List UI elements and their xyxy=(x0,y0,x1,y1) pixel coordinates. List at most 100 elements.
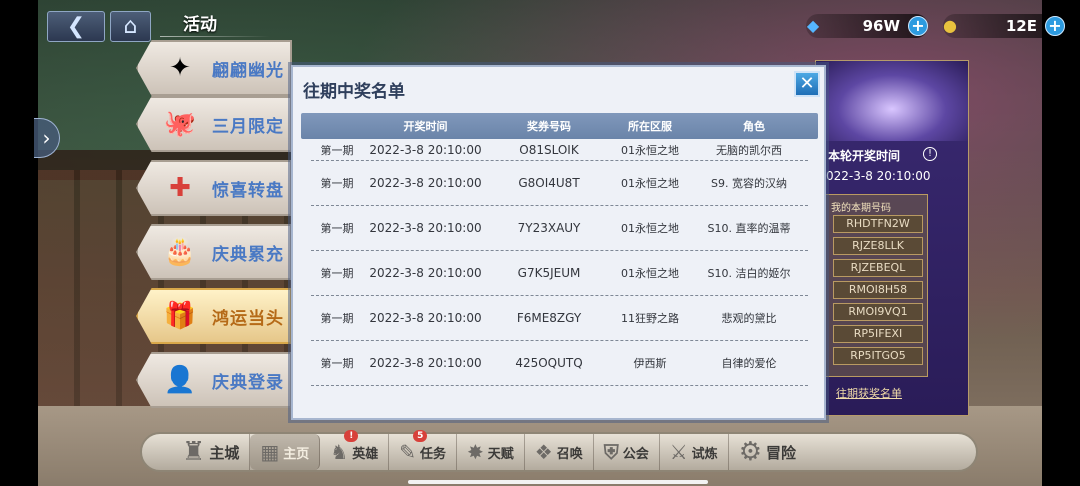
nav-homepage[interactable]: ▦ 主页 xyxy=(250,434,321,470)
cell-period: 第一期 xyxy=(320,222,354,235)
crystal-icon: ◆ xyxy=(806,16,820,35)
cell-server: 11狂野之路 xyxy=(621,312,679,325)
tab-activity-3[interactable]: ✚ 惊喜转盘 xyxy=(136,160,292,216)
nav-summon[interactable]: ❖ 召唤 xyxy=(525,434,594,470)
cell-time: 2022-3-8 20:10:00 xyxy=(369,356,482,370)
cell-server: 01永恒之地 xyxy=(621,177,679,190)
column-header-server: 所在区服 xyxy=(628,120,672,133)
cell-server: 伊西斯 xyxy=(633,357,667,370)
cell-period: 第一期 xyxy=(320,145,354,157)
nav-talent[interactable]: ✸ 天赋 xyxy=(457,434,525,470)
cell-code: 7Y23XAUY xyxy=(517,221,581,235)
cell-role: S10. 洁白的姬尔 xyxy=(707,267,791,280)
guild-icon: ⛨ xyxy=(603,440,619,464)
table-row: 第一期 2022-3-8 20:10:00 F6ME8ZGY 11狂野之路 悲观… xyxy=(311,296,808,341)
cell-role: 自律的爱伦 xyxy=(721,357,777,370)
gem-currency: ◆ 96W + xyxy=(806,14,928,38)
cell-role: 无脑的凯尔西 xyxy=(716,145,782,157)
summon-icon: ❖ xyxy=(534,440,553,464)
cell-code: 425OQUTQ xyxy=(515,356,583,370)
coin-icon: ● xyxy=(943,16,957,35)
tab-activity-2[interactable]: 🐙 三月限定 xyxy=(136,96,292,152)
tab-art-icon: 🎁 xyxy=(163,301,197,331)
home-icon: ⌂ xyxy=(123,14,138,39)
tab-label: 庆典累充 xyxy=(212,244,284,265)
nav-hero[interactable]: ♞ ! 英雄 xyxy=(320,430,390,470)
cell-time: 2022-3-8 20:10:00 xyxy=(369,145,482,157)
cell-time: 2022-3-8 20:10:00 xyxy=(369,311,482,325)
nav-label: 任务 xyxy=(419,446,446,462)
back-button[interactable]: ❮ xyxy=(47,11,105,42)
cell-server: 01永恒之地 xyxy=(621,267,679,280)
adventure-icon: ⚙ xyxy=(738,437,762,467)
ticket-code: RP5ITGO5 xyxy=(833,347,923,365)
cell-period: 第一期 xyxy=(320,312,354,325)
cell-period: 第一期 xyxy=(320,267,354,280)
gesture-home-bar[interactable] xyxy=(408,480,708,484)
nav-label: 主城 xyxy=(209,443,240,462)
tab-label: 鸿运当头 xyxy=(212,308,284,329)
tab-activity-6[interactable]: 👤 庆典登录 xyxy=(136,352,292,408)
cell-period: 第一期 xyxy=(320,177,354,190)
cell-time: 2022-3-8 20:10:00 xyxy=(369,266,482,280)
add-gold-button[interactable]: + xyxy=(1045,16,1065,36)
close-icon: ✕ xyxy=(799,73,815,94)
notification-badge: ! xyxy=(344,430,359,442)
cell-role: S9. 宽容的汉纳 xyxy=(711,177,787,190)
bottom-navigation: ♜ 主城 ▦ 主页 ♞ ! 英雄 ✎ 5 任务 ✸ 天赋 ❖ 召唤 ⛨ 公会 ⚔… xyxy=(140,430,978,472)
nav-guild[interactable]: ⛨ 公会 xyxy=(594,434,660,470)
chevron-right-icon: › xyxy=(42,126,51,150)
table-row: 第一期 2022-3-8 20:10:00 7Y23XAUY 01永恒之地 S1… xyxy=(311,206,808,251)
column-header-code: 奖券号码 xyxy=(527,120,571,133)
ticket-code: RJZEBEQL xyxy=(833,259,923,277)
draw-time: 022-3-8 20:10:00 xyxy=(826,169,931,183)
home-button[interactable]: ⌂ xyxy=(110,11,151,42)
arrow-left-icon: ❮ xyxy=(66,14,86,39)
lottery-panel: 本轮开奖时间 ! 022-3-8 20:10:00 我的本期号码 RHDTFN2… xyxy=(815,60,969,416)
add-gem-button[interactable]: + xyxy=(908,16,928,36)
winners-table[interactable]: 第一期 2022-3-8 20:10:00 O81SLOIK 01永恒之地 无脑… xyxy=(301,145,818,403)
castle-icon: ♜ xyxy=(182,437,206,467)
nav-label: 天赋 xyxy=(487,446,514,462)
gold-currency: ● 12E + xyxy=(943,14,1065,38)
ticket-code: RJZE8LLK xyxy=(833,237,923,255)
table-row: 第一期 2022-3-8 20:10:00 425OQUTQ 伊西斯 自律的爱伦 xyxy=(311,341,808,386)
cell-server: 01永恒之地 xyxy=(621,145,679,157)
nav-quest[interactable]: ✎ 5 任务 xyxy=(389,430,457,470)
nav-label: 试炼 xyxy=(691,446,718,462)
nav-trial[interactable]: ⚔ 试炼 xyxy=(660,434,729,470)
nav-label: 召唤 xyxy=(556,446,583,462)
quest-icon: ✎ xyxy=(399,440,416,464)
tab-art-icon: ✦ xyxy=(169,53,191,83)
tab-label: 翩翩幽光 xyxy=(212,60,284,81)
winners-modal: 往期中奖名单 ✕ 开奖时间 奖券号码 所在区服 角色 第一期 2022-3-8 … xyxy=(291,65,826,420)
ticket-code: RMOI8H58 xyxy=(833,281,923,299)
history-winners-link[interactable]: 往期获奖名单 xyxy=(836,385,902,401)
tab-label: 庆典登录 xyxy=(212,372,284,393)
cell-time: 2022-3-8 20:10:00 xyxy=(369,176,482,190)
table-row: 第一期 2022-3-8 20:10:00 G8OI4U8T 01永恒之地 S9… xyxy=(311,161,808,206)
table-row: 第一期 2022-3-8 20:10:00 G7K5JEUM 01永恒之地 S1… xyxy=(311,251,808,296)
nav-main-city[interactable]: ♜ 主城 xyxy=(172,434,251,470)
page-title: 活动 xyxy=(183,15,217,35)
info-icon[interactable]: ! xyxy=(923,147,937,161)
table-header: 开奖时间 奖券号码 所在区服 角色 xyxy=(301,113,818,139)
my-codes-box: 我的本期号码 RHDTFN2W RJZE8LLK RJZEBEQL RMOI8H… xyxy=(822,194,928,377)
tab-label: 惊喜转盘 xyxy=(212,180,284,201)
title-underline xyxy=(160,36,270,37)
my-codes-title: 我的本期号码 xyxy=(831,203,891,214)
tab-label: 三月限定 xyxy=(212,116,284,137)
close-button[interactable]: ✕ xyxy=(794,71,820,97)
homepage-icon: ▦ xyxy=(260,440,280,464)
cell-code: G8OI4U8T xyxy=(518,176,580,190)
tab-art-icon: 🎂 xyxy=(163,237,197,267)
hero-icon: ♞ xyxy=(330,440,349,464)
tab-activity-5[interactable]: 🎁 鸿运当头 xyxy=(136,288,292,344)
tab-art-icon: 👤 xyxy=(163,365,197,395)
nav-label: 英雄 xyxy=(352,446,379,462)
nav-adventure[interactable]: ⚙ 冒险 xyxy=(729,434,806,470)
talent-icon: ✸ xyxy=(466,440,484,464)
tab-activity-1[interactable]: ✦ 翩翩幽光 xyxy=(136,40,292,96)
draw-time-title: 本轮开奖时间 xyxy=(828,149,901,163)
tab-activity-4[interactable]: 🎂 庆典累充 xyxy=(136,224,292,280)
